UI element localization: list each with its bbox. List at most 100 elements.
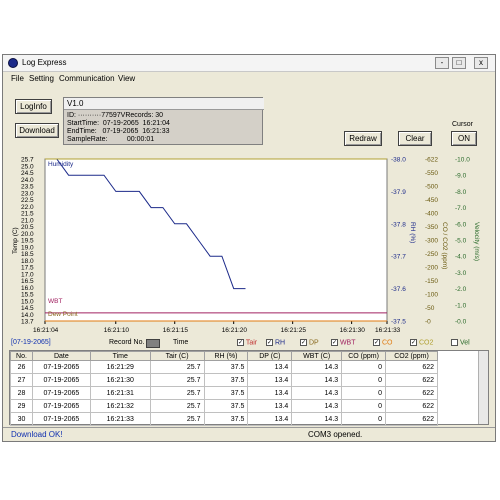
table-cell: 16:21:31: [89, 386, 151, 400]
right-axis-label: RH (%): [409, 222, 416, 243]
download-button[interactable]: Download: [15, 123, 59, 138]
table-row[interactable]: 29 07-19-2065 16:21:32 25.7 37.5 13.4 14.3 0 622: [10, 399, 438, 413]
axis-mode-toggle[interactable]: [146, 339, 160, 348]
right-tick-label: -100: [425, 292, 438, 299]
cursor-toggle-button[interactable]: ON: [451, 131, 477, 146]
table-cell: 37.5: [203, 399, 249, 413]
right-tick-label: -3.0: [455, 270, 467, 277]
port-status: COM3 opened.: [308, 430, 363, 439]
table-cell: 0: [341, 386, 387, 400]
version-label: V1.0: [64, 98, 264, 110]
table-cell: 37.5: [203, 373, 249, 387]
table-cell: 16:21:32: [89, 399, 151, 413]
table-cell: 25.7: [149, 373, 205, 387]
column-header[interactable]: WBT (C): [291, 351, 343, 361]
legend-vel-checkbox[interactable]: Vel: [451, 339, 470, 346]
x-tick-label: 16:21:30: [340, 327, 366, 334]
right-tick-label: -37.8: [391, 221, 406, 228]
column-header[interactable]: Time: [89, 351, 151, 361]
close-button[interactable]: x: [474, 57, 488, 69]
checkbox-icon[interactable]: ✓: [237, 339, 244, 346]
menu-view[interactable]: View: [118, 74, 135, 83]
cursor-label: Cursor: [452, 121, 474, 128]
checkbox-icon[interactable]: ✓: [300, 339, 307, 346]
right-tick-label: -350: [425, 224, 438, 231]
wbt-annotation: WBT: [48, 298, 62, 305]
minimize-button[interactable]: -: [435, 57, 449, 69]
right-tick-label: -150: [425, 278, 438, 285]
checkbox-icon[interactable]: [451, 339, 458, 346]
right-tick-label: -37.7: [391, 254, 406, 261]
table-cell: 622: [385, 412, 438, 426]
column-header[interactable]: CO (ppm): [341, 351, 387, 361]
right-tick-label: -7.0: [455, 205, 467, 212]
dew-point-annotation: Dew Point: [48, 311, 78, 318]
maximize-button[interactable]: □: [452, 57, 466, 69]
table-cell: 0: [341, 360, 387, 374]
legend-label: Vel: [458, 339, 470, 347]
table-cell: 37.5: [203, 412, 249, 426]
right-tick-label: -300: [425, 238, 438, 245]
checkbox-icon[interactable]: ✓: [331, 339, 338, 346]
right-tick-label: -622: [425, 157, 438, 164]
app-logo-icon: [8, 58, 18, 68]
table-cell: 14.3: [291, 412, 343, 426]
column-header[interactable]: RH (%): [203, 351, 249, 361]
table-scrollbar[interactable]: [478, 351, 488, 424]
data-table-panel: No. Date Time Tair (C) RH (%) DP (C) WBT (C) CO…: [9, 350, 489, 426]
table-header-row: No. Date Time Tair (C) RH (%) DP (C) WBT (C) CO…: [10, 351, 438, 361]
legend-rh-checkbox[interactable]: ✓ RH: [266, 339, 285, 346]
table-cell: 28: [10, 386, 33, 400]
table-cell: 07-19-2065: [31, 373, 91, 387]
right-tick-label: -5.0: [455, 238, 467, 245]
table-cell: 26: [10, 360, 33, 374]
legend-co-checkbox[interactable]: ✓ CO: [373, 339, 392, 346]
right-tick-label: -6.0: [455, 221, 467, 228]
right-tick-label: -1.0: [455, 302, 467, 309]
right-tick-label: -0: [425, 319, 431, 326]
legend-tair-checkbox[interactable]: ✓ Tair: [237, 339, 257, 346]
loginfo-button[interactable]: LogInfo: [15, 99, 52, 114]
table-cell: 37.5: [203, 386, 249, 400]
table-row[interactable]: 30 07-19-2065 16:21:33 25.7 37.5 13.4 14.3 0 622: [10, 412, 438, 426]
x-tick-label: 16:21:33: [375, 327, 401, 334]
column-header[interactable]: DP (C): [247, 351, 293, 361]
table-cell: 0: [341, 373, 387, 387]
table-row[interactable]: 27 07-19-2065 16:21:30 25.7 37.5 13.4 14.3 0 622: [10, 373, 438, 387]
legend-label: RH: [273, 339, 286, 347]
chart-area: 16:21:04 16:21:10 16:21:15 16:21:20 16:21:25…: [9, 155, 489, 338]
table-cell: 07-19-2065: [31, 360, 91, 374]
right-tick-label: -10.0: [455, 157, 470, 164]
table-row[interactable]: 28 07-19-2065 16:21:31 25.7 37.5 13.4 14.3 0 622: [10, 386, 438, 400]
table-cell: 16:21:33: [89, 412, 151, 426]
redraw-button[interactable]: Redraw: [344, 131, 382, 146]
table-cell: 14.3: [291, 373, 343, 387]
legend-wbt-checkbox[interactable]: ✓ WBT: [331, 339, 356, 346]
table-cell: 27: [10, 373, 33, 387]
right-axis-label: Velocity (m/s): [473, 222, 480, 261]
menu-setting[interactable]: Setting: [29, 74, 54, 83]
right-tick-label: -250: [425, 251, 438, 258]
column-header[interactable]: Tair (C): [149, 351, 205, 361]
legend-co2-checkbox[interactable]: ✓ CO2: [410, 339, 433, 346]
left-tick-label: 13.7: [21, 319, 34, 326]
menu-communication[interactable]: Communication: [59, 74, 115, 83]
table-row[interactable]: 26 07-19-2065 16:21:29 25.7 37.5 13.4 14.3 0 622: [10, 360, 438, 374]
table-cell: 07-19-2065: [31, 399, 91, 413]
right-tick-label: -37.9: [391, 189, 406, 196]
checkbox-icon[interactable]: ✓: [266, 339, 273, 346]
menu-file[interactable]: File: [11, 74, 24, 83]
table-cell: 25.7: [149, 360, 205, 374]
table-cell: 622: [385, 386, 438, 400]
clear-button[interactable]: Clear: [398, 131, 432, 146]
column-header[interactable]: No.: [10, 351, 33, 361]
column-header[interactable]: Date: [31, 351, 91, 361]
legend-dp-checkbox[interactable]: ✓ DP: [300, 339, 319, 346]
checkbox-icon[interactable]: ✓: [373, 339, 380, 346]
checkbox-icon[interactable]: ✓: [410, 339, 417, 346]
column-header[interactable]: CO2 (ppm): [385, 351, 438, 361]
table-cell: 16:21:30: [89, 373, 151, 387]
right-tick-label: -450: [425, 197, 438, 204]
x-tick-label: 16:21:20: [222, 327, 248, 334]
table-cell: 07-19-2065: [31, 412, 91, 426]
